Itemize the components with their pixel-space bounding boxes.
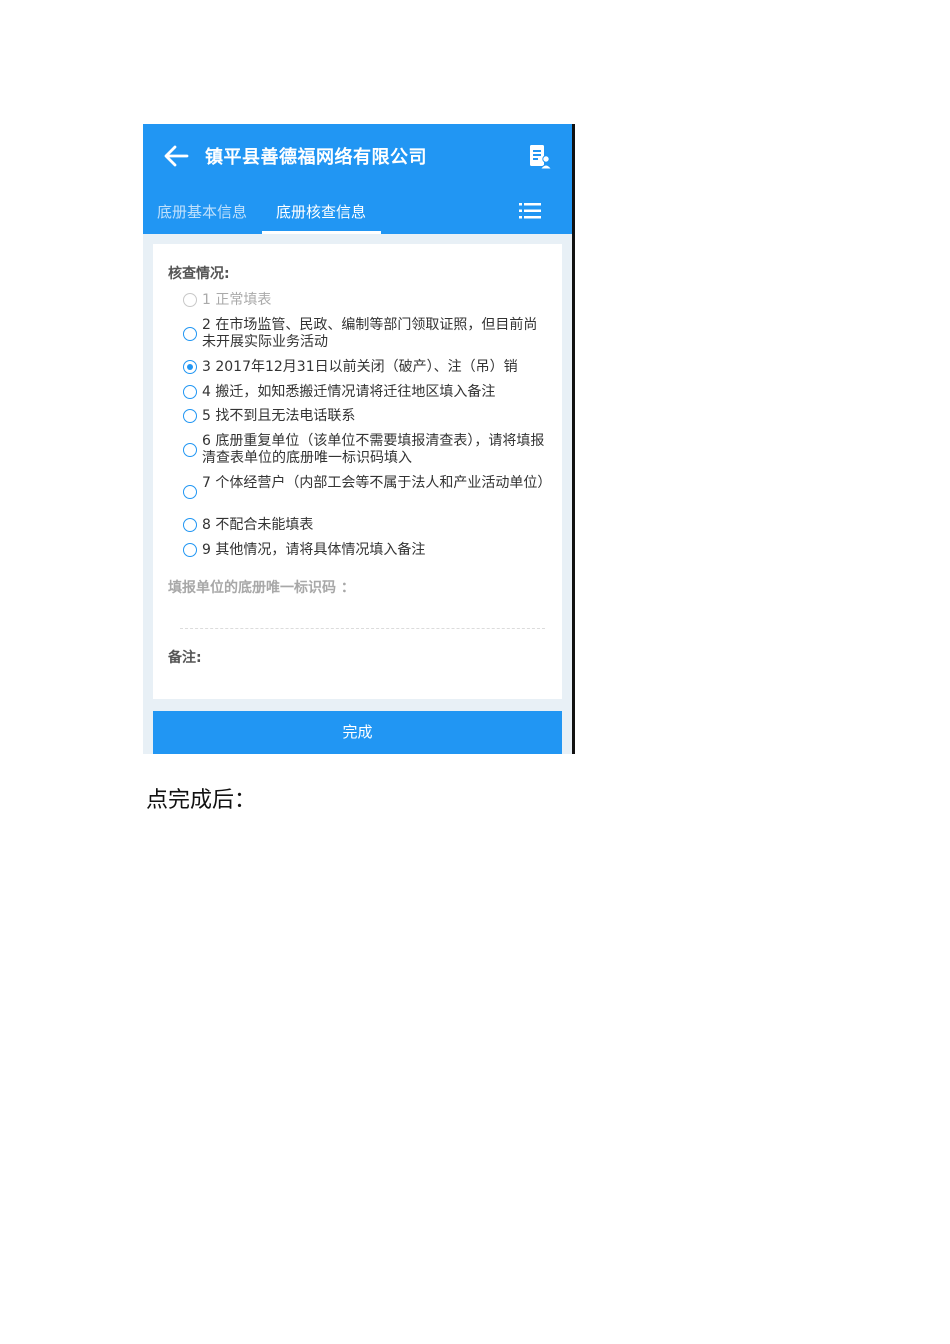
option-label: 2 在市场监管、民政、编制等部门领取证照，但目前尚未开展实际业务活动 [202,317,538,350]
list-menu-icon[interactable] [519,201,541,221]
option-label: 6 底册重复单位（该单位不需要填报清查表），请将填报清查表单位的底册唯一标识码填… [202,433,545,466]
option-2[interactable]: 2 在市场监管、民政、编制等部门领取证照，但目前尚未开展实际业务活动 [183,317,543,351]
radio-button [183,293,197,307]
check-status-label: 核查情况: [168,266,230,282]
option-3[interactable]: 3 2017年12月31日以前关闭（破产）、注（吊）销 [183,359,543,376]
tab-bar: 底册基本信息 底册核查信息 [143,188,572,234]
document-caption: 点完成后： [146,788,257,813]
option-label: 5 找不到且无法电话联系 [202,408,356,424]
screenshot-edge [572,124,575,754]
unique-id-field-label[interactable]: 填报单位的底册唯一标识码 ： [168,577,355,597]
option-1: 1 正常填表 [183,292,543,309]
option-6[interactable]: 6 底册重复单位（该单位不需要填报清查表），请将填报清查表单位的底册唯一标识码填… [183,433,544,467]
radio-button[interactable] [183,543,197,557]
app-header: 镇平县善德福网络有限公司 [143,124,572,188]
radio-button[interactable] [183,327,197,341]
option-5[interactable]: 5 找不到且无法电话联系 [183,408,543,425]
radio-button[interactable] [183,518,197,532]
option-label: 8 不配合未能填表 [202,517,314,533]
field-divider [180,628,545,629]
radio-button[interactable] [183,485,197,499]
radio-button-selected[interactable] [183,360,197,374]
option-label: 1 正常填表 [202,292,272,308]
option-label: 9 其他情况，请将具体情况填入备注 [202,542,426,558]
done-button[interactable]: 完成 [153,711,562,754]
option-label: 4 搬迁，如知悉搬迁情况请将迁往地区填入备注 [202,384,496,400]
tab-basic-info[interactable]: 底册基本信息 [157,201,247,222]
option-9[interactable]: 9 其他情况，请将具体情况填入备注 [183,542,543,559]
option-7[interactable]: 7 个体经营户（内部工会等不属于法人和产业活动单位） [183,475,551,509]
note-field-label[interactable]: 备注: [168,647,202,667]
form-card: 核查情况: 1 正常填表 2 在市场监管、民政、编制等部门领取证照，但目前尚未开… [153,244,562,699]
arrow-left-icon[interactable] [163,144,189,168]
radio-button[interactable] [183,385,197,399]
option-label: 3 2017年12月31日以前关闭（破产）、注（吊）销 [202,359,518,375]
tab-check-info[interactable]: 底册核查信息 [276,201,366,222]
option-label: 7 个体经营户（内部工会等不属于法人和产业活动单位） [202,475,552,491]
radio-button[interactable] [183,443,197,457]
option-4[interactable]: 4 搬迁，如知悉搬迁情况请将迁往地区填入备注 [183,384,543,401]
phone-screenshot: 镇平县善德福网络有限公司 底册基本信息 底册核查信息 核查情况: 1 正常填表 [143,124,575,754]
option-8[interactable]: 8 不配合未能填表 [183,517,543,534]
document-person-icon[interactable] [528,144,552,170]
page-title: 镇平县善德福网络有限公司 [205,147,427,168]
radio-button[interactable] [183,409,197,423]
